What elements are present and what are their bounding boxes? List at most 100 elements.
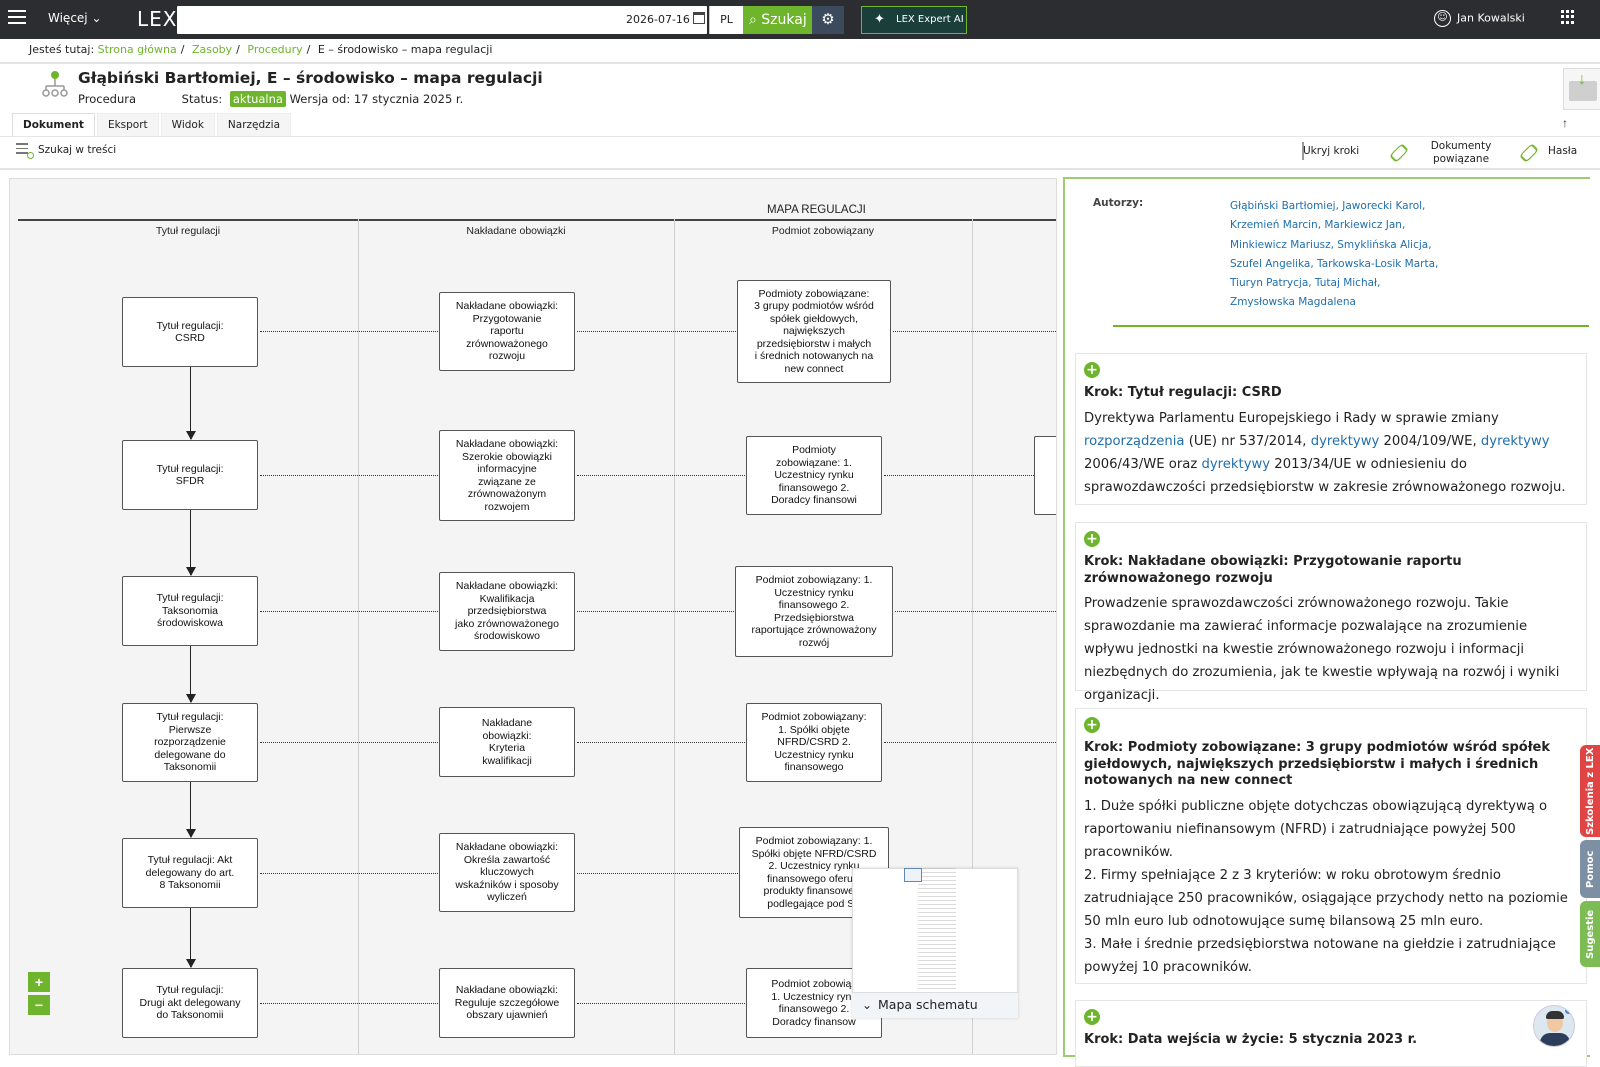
step-text: 2004/109/WE, (1379, 433, 1481, 449)
chevron-down-icon: ⌄ (91, 11, 102, 25)
connector (577, 1003, 745, 1004)
breadcrumb-link-home[interactable]: Strona główna (98, 43, 177, 56)
author-link[interactable]: Szufel Angelika, Tarkowska-Losik Marta, (1230, 255, 1460, 274)
search-button-label: Szukaj (761, 12, 807, 28)
diagram-node-title[interactable]: Tytuł regulacji: Drugi akt delegowany do… (122, 968, 258, 1038)
expand-plus-icon[interactable]: + (1084, 1009, 1100, 1025)
add-to-folder-button[interactable]: ↓ (1563, 68, 1600, 110)
flow-arrow (185, 908, 196, 968)
step-body: Dyrektywa Parlamentu Europejskiego i Rad… (1084, 407, 1576, 499)
document-type: Procedura (78, 92, 137, 106)
link-icon (1519, 143, 1539, 163)
author-link[interactable]: Zmysłowska Magdalena (1230, 293, 1460, 312)
zoom-out-button[interactable]: − (28, 995, 50, 1015)
more-menu-label: Więcej (48, 11, 88, 25)
legal-link[interactable]: dyrektywy (1201, 457, 1270, 472)
breadcrumb-link-procedures[interactable]: Procedury (247, 43, 302, 56)
step-title: Krok: Data wejścia w życie: 5 stycznia 2… (1084, 1032, 1418, 1047)
author-link[interactable]: Tiuryn Patrycja, Tutaj Michał, (1230, 274, 1460, 293)
breadcrumb-link-resources[interactable]: Zasoby (192, 43, 232, 56)
connector (895, 611, 1056, 612)
sparkle-icon: ✦ (874, 12, 885, 27)
flow-arrow (185, 782, 196, 838)
user-name: Jan Kowalski (1457, 11, 1525, 25)
diagram-node-subject[interactable]: Podmiot zobowiązany: 1. Spółki objęte NF… (746, 703, 882, 782)
diagram-node-title[interactable]: Tytuł regulacji: CSRD (122, 297, 258, 367)
author-link[interactable]: Głąbiński Bartłomiej, Jaworecki Karol, (1230, 197, 1460, 216)
author-link[interactable]: Minkiewicz Mariusz, Smyklińska Alicja, (1230, 236, 1460, 255)
tab-document[interactable]: Dokument (12, 113, 95, 136)
diagram-node-duty[interactable]: Nakładane obowiązki: Reguluje szczegółow… (439, 968, 575, 1038)
step-title: Krok: Tytuł regulacji: CSRD (1084, 385, 1282, 400)
diagram-node-partial (1034, 436, 1056, 515)
procedure-icon (42, 71, 68, 97)
divider (0, 136, 1600, 137)
legal-link[interactable]: dyrektywy (1311, 434, 1380, 449)
user-menu[interactable]: ☺ Jan Kowalski (1434, 10, 1525, 27)
minimap-preview (918, 868, 956, 993)
column-divider (674, 219, 675, 1054)
hamburger-menu-icon[interactable] (8, 10, 26, 26)
lex-logo[interactable]: LEX (137, 7, 177, 31)
diagram-node-duty[interactable]: Nakładane obowiązki: Określa zawartość k… (439, 833, 575, 912)
diagram-header-line (18, 219, 1056, 221)
diagram-node-title[interactable]: Tytuł regulacji: SFDR (122, 440, 258, 510)
related-documents-button[interactable]: Dokumenty powiązane (1430, 140, 1492, 166)
step-text: Dyrektywa Parlamentu Europejskiego i Rad… (1084, 410, 1499, 426)
flow-arrow (185, 510, 196, 576)
search-in-content-button[interactable]: Szukaj w treści (16, 143, 116, 159)
search-date-field[interactable]: 2026-07-16 (626, 13, 690, 26)
related-docs-label-1: Dokumenty (1430, 140, 1492, 152)
plus-icon: ↓ (1578, 71, 1586, 88)
diagram-node-title[interactable]: Tytuł regulacji: Pierwsze rozporządzenie… (122, 703, 258, 782)
expand-plus-icon[interactable]: + (1084, 717, 1100, 733)
more-menu[interactable]: Więcej ⌄ (48, 11, 102, 25)
connector (884, 742, 1056, 743)
diagram-node-subject[interactable]: Podmioty zobowiązane: 1. Uczestnicy rynk… (746, 436, 882, 515)
zoom-in-button[interactable]: + (28, 972, 50, 992)
hide-steps-button[interactable]: Ukryj kroki (1303, 145, 1359, 157)
calendar-icon[interactable] (693, 12, 705, 24)
expand-plus-icon[interactable]: + (1084, 531, 1100, 547)
diagram-node-duty[interactable]: Nakładane obowiązki: Przygotowanie rapor… (439, 292, 575, 371)
assistant-avatar[interactable] (1533, 1005, 1575, 1047)
diagram-node-duty[interactable]: Nakładane obowiązki: Szerokie obowiązki … (439, 430, 575, 521)
apps-grid-icon[interactable] (1561, 10, 1575, 24)
connector (260, 331, 438, 332)
minimap-toggle[interactable]: ⌄ Mapa schematu (852, 992, 1018, 1018)
diagram-node-title[interactable]: Tytuł regulacji: Taksonomia środowiskowa (122, 576, 258, 646)
passwords-button[interactable]: Hasła (1548, 145, 1577, 157)
diagram-node-title[interactable]: Tytuł regulacji: Akt delegowany do art. … (122, 838, 258, 908)
diagram-node-subject[interactable]: Podmiot zobowiązany: 1. Uczestnicy rynku… (735, 566, 893, 657)
magnifier-icon: ⌕ (749, 12, 757, 28)
breadcrumb: Jesteś tutaj: Strona główna / Zasoby / Pro… (29, 43, 493, 56)
document-meta: Procedura Status: aktualna Wersja od: 17… (78, 91, 463, 107)
side-tab-training[interactable]: Szkolenia z LEX (1580, 745, 1600, 837)
language-button[interactable]: PL (709, 6, 743, 34)
diagram-node-duty[interactable]: Nakładane obowiązki: Kryteria kwalifikac… (439, 707, 575, 777)
status-badge: aktualna (229, 91, 286, 107)
minimap-viewport[interactable] (904, 868, 922, 882)
legal-link[interactable]: dyrektywy (1481, 434, 1550, 449)
breadcrumb-prefix: Jesteś tutaj: (29, 43, 95, 56)
expand-plus-icon[interactable]: + (1084, 362, 1100, 378)
column-title: Nakładane obowiązki (466, 225, 566, 237)
search-button[interactable]: ⌕ Szukaj (743, 6, 812, 34)
tab-tools[interactable]: Narzędzia (216, 113, 292, 136)
tab-view[interactable]: Widok (160, 113, 215, 136)
top-bar: Więcej ⌄ LEX 2026-07-16 PL ⌕ Szukaj ⚙ ✦ L… (0, 0, 1600, 39)
legal-link[interactable]: rozporządzenia (1084, 434, 1185, 449)
diagram-node-duty[interactable]: Nakładane obowiązki: Kwalifikacja przeds… (439, 572, 575, 651)
side-tab-help[interactable]: Pomoc (1580, 840, 1600, 898)
column-divider (358, 219, 359, 1054)
side-tab-suggestions[interactable]: Sugestie (1580, 901, 1600, 967)
connector (577, 742, 745, 743)
advanced-search-gear-icon[interactable]: ⚙ (812, 6, 844, 34)
diagram-node-subject[interactable]: Podmioty zobowiązane: 3 grupy podmiotów … (737, 280, 891, 383)
column-title: Podmiot zobowiązany (771, 225, 875, 237)
user-icon: ☺ (1434, 10, 1451, 27)
tab-export[interactable]: Eksport (96, 113, 159, 136)
author-link[interactable]: Krzemień Marcin, Markiewicz Jan, (1230, 216, 1460, 235)
arrow-up-icon[interactable]: ↑ (1562, 116, 1568, 130)
lex-expert-ai-button[interactable]: ✦ LEX Expert AI (861, 6, 967, 34)
